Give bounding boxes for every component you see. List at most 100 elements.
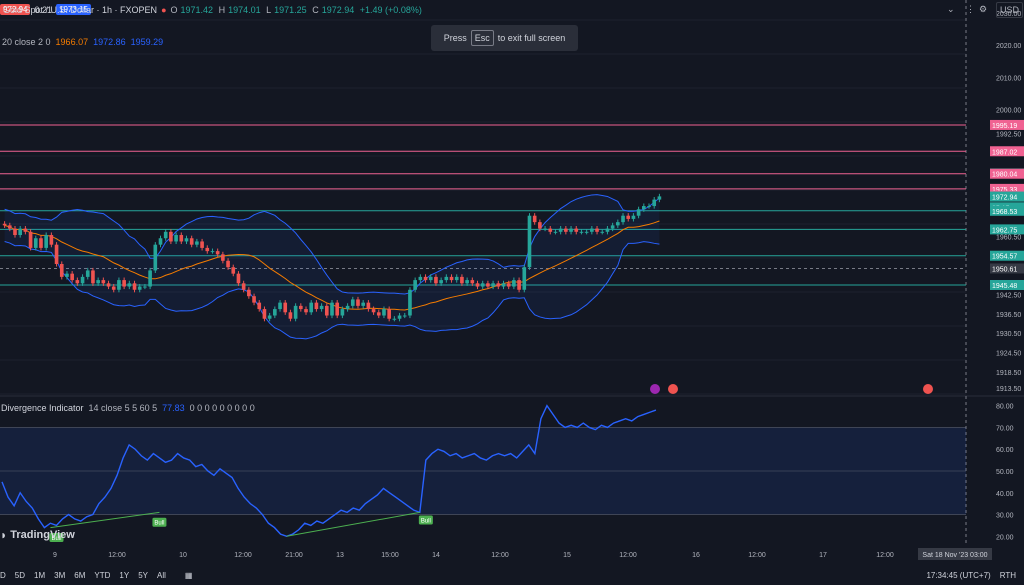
time-tick: 12:00 (748, 552, 766, 559)
candle-body (366, 302, 371, 310)
low-label: L (266, 4, 272, 15)
symbol-title[interactable]: Gold Spot / U.S. Dollar · 1h · FXOPEN (3, 5, 157, 15)
candle-body (65, 273, 69, 277)
indicator-tick: 50.00 (996, 469, 1014, 476)
candle-body (382, 309, 386, 316)
candle-body (486, 283, 490, 287)
candle-body (392, 318, 397, 320)
rth-toggle[interactable]: RTH (1000, 571, 1016, 580)
low-value: 1971.25 (274, 4, 307, 15)
candle-body (44, 235, 48, 248)
range-button-5d[interactable]: 5D (15, 571, 25, 580)
time-tick: 21:00 (285, 552, 303, 559)
fullscreen-toast: Press Esc to exit full screen (431, 25, 578, 51)
bull-label: Bull (154, 521, 164, 527)
candle-body (543, 228, 547, 230)
settings-icon[interactable]: ⋮ (966, 2, 975, 16)
candle-body (28, 231, 33, 248)
range-button-1m[interactable]: 1M (34, 571, 45, 580)
candle-body (205, 247, 210, 252)
range-button-ytd[interactable]: YTD (94, 571, 110, 580)
time-tick: 15:00 (381, 552, 399, 559)
candle-body (631, 215, 636, 219)
high-label: H (218, 4, 226, 15)
candle-body (501, 283, 506, 287)
candle-body (402, 315, 407, 317)
range-button-1y[interactable]: 1Y (119, 571, 129, 580)
price-label: 1962.75 (992, 227, 1017, 234)
candle-body (33, 238, 38, 248)
candle-body (449, 276, 454, 281)
ohlc-values: O 1971.42 H 1974.01 L 1971.25 C 1972.94 +1.4… (171, 5, 425, 15)
candle-body (184, 238, 189, 242)
candle-body (376, 312, 381, 316)
candle-body (148, 270, 152, 287)
candle-body (39, 238, 43, 248)
time-tick: 17 (819, 552, 827, 559)
currency-selector[interactable]: USD (996, 2, 1024, 18)
range-button-6m[interactable]: 6M (74, 571, 85, 580)
bollinger-legend[interactable]: 20 close 2 0 1966.07 1972.86 1959.29 (2, 35, 163, 48)
candle-body (517, 280, 521, 290)
candle-body (299, 305, 303, 310)
candle-body (340, 309, 345, 316)
candle-body (267, 315, 272, 319)
candle-body (641, 206, 646, 210)
price-tick: 1930.50 (996, 331, 1021, 338)
candle-body (371, 309, 376, 313)
candle-body (444, 276, 449, 281)
candle-body (158, 238, 163, 245)
candle-body (345, 305, 350, 310)
candle-body (278, 302, 282, 310)
candle-body (647, 206, 651, 208)
range-button-3m[interactable]: 3M (54, 571, 65, 580)
candle-body (616, 222, 620, 226)
candle-body (304, 309, 308, 313)
toast-text: to exit full screen (497, 33, 566, 43)
candle-body (621, 215, 625, 223)
bollinger-upper: 1972.86 (93, 36, 126, 47)
indicator-legend[interactable]: Divergence Indicator 14 close 5 5 60 5 7… (1, 401, 255, 414)
candle-body (600, 231, 605, 233)
range-button-5y[interactable]: 5Y (138, 571, 148, 580)
price-label: 1950.61 (992, 266, 1017, 273)
bollinger-lower: 1959.29 (130, 36, 164, 47)
candle-body (548, 228, 553, 232)
time-tick: 13 (336, 552, 344, 559)
time-tick: 9 (53, 552, 57, 559)
candle-body (361, 302, 365, 306)
price-label: 1980.04 (992, 172, 1017, 179)
candle-body (288, 312, 293, 319)
time-tick: 12:00 (619, 552, 637, 559)
candle-body (590, 228, 594, 232)
candle-body (512, 280, 516, 287)
gear-icon[interactable]: ⚙ (979, 2, 987, 16)
range-button-d[interactable]: D (0, 571, 6, 580)
price-tick: 1942.50 (996, 293, 1021, 300)
chart-canvas[interactable]: BullBull Bull2030.002020.002010.002000.00… (0, 0, 1024, 585)
open-label: O (170, 4, 178, 15)
candle-body (314, 302, 319, 310)
candle-body (335, 302, 340, 316)
candle-body (423, 276, 428, 281)
symbol-header: Gold Spot / U.S. Dollar · 1h · FXOPEN ● … (3, 3, 425, 16)
candle-body (111, 286, 116, 290)
candle-body (70, 273, 74, 281)
price-tick: 1913.50 (996, 386, 1021, 393)
candle-body (309, 302, 314, 313)
candle-body (257, 302, 262, 310)
candle-body (163, 231, 168, 239)
price-tick: 1918.50 (996, 370, 1021, 377)
candle-body (569, 228, 573, 232)
clock[interactable]: 17:34:45 (UTC+7) (926, 571, 990, 580)
candle-body (215, 251, 220, 255)
chevron-down-icon[interactable]: ⌄ (947, 2, 955, 16)
candle-body (413, 280, 417, 290)
calendar-icon[interactable]: ▦ (185, 571, 193, 580)
range-button-all[interactable]: All (157, 571, 166, 580)
indicator-tick: 30.00 (996, 513, 1014, 520)
candle-body (532, 215, 537, 223)
candle-body (475, 283, 480, 287)
candle-body (221, 254, 225, 261)
price-label: 1945.48 (992, 283, 1017, 290)
